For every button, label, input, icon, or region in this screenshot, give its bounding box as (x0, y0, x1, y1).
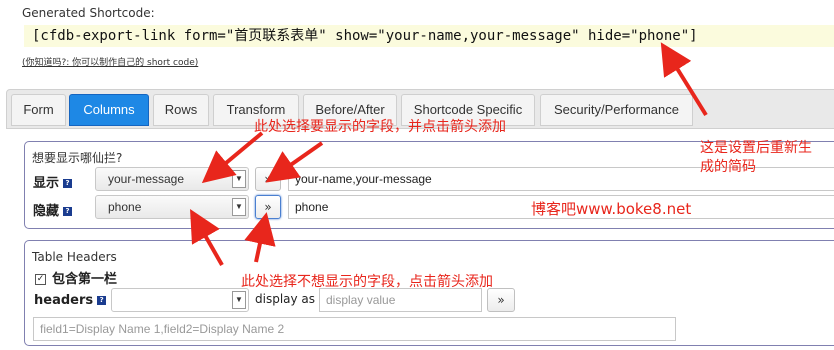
annotation-select-show: 此处选择要显示的字段，并点击箭头添加 (254, 119, 506, 135)
watermark-text: 博客吧www.boke8.net (531, 200, 692, 218)
arrow-to-show-select (201, 131, 264, 184)
arrow-to-hide-button (244, 212, 276, 263)
annotation-shortcode-note-1: 这是设置后重新生 (700, 140, 812, 156)
annotation-shortcode-note-2: 成的简码 (700, 159, 756, 175)
arrow-to-shortcode (660, 42, 708, 117)
arrow-to-show-button (265, 141, 324, 183)
arrow-to-hide-select (190, 209, 224, 266)
annotation-select-hide: 此处选择不想显示的字段，点击箭头添加 (241, 274, 493, 290)
